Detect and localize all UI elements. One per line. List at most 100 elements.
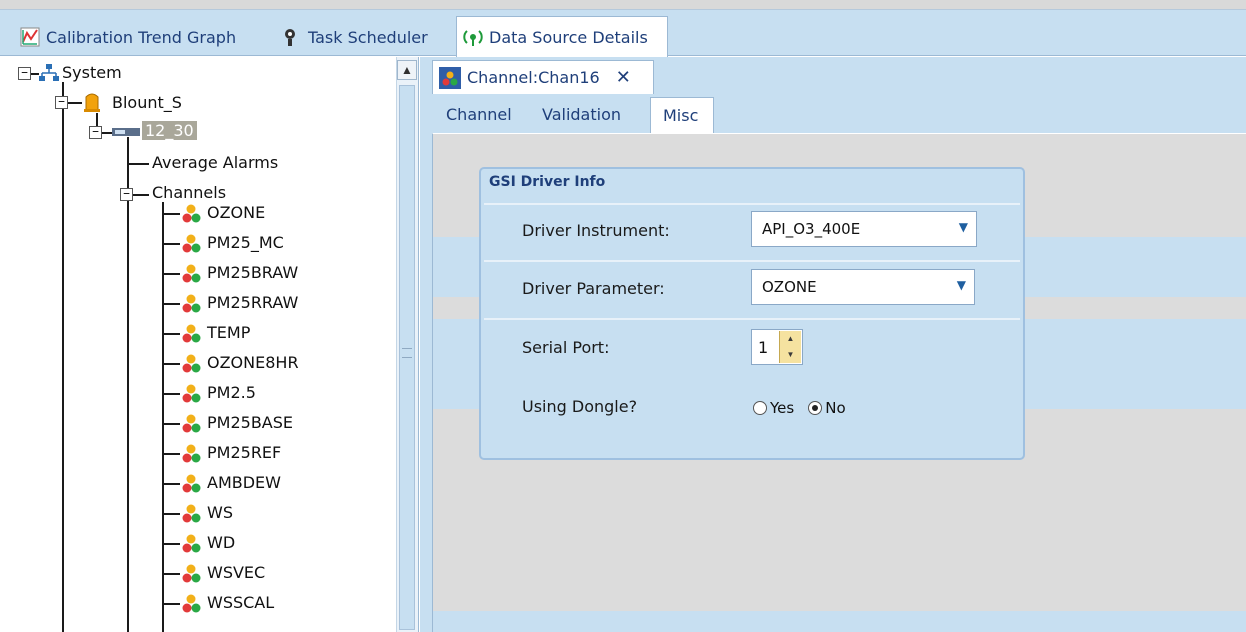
- tree-connector: [162, 243, 180, 245]
- tree-node-channel[interactable]: PM25BRAW: [207, 263, 298, 282]
- document-tab-label: Channel:Chan16: [467, 68, 600, 87]
- tree-node-channel[interactable]: WS: [207, 503, 233, 522]
- channel-icon: [182, 504, 201, 523]
- group-title: GSI Driver Info: [489, 174, 606, 190]
- close-icon[interactable]: ✕: [616, 67, 631, 88]
- tree-node-average-alarms[interactable]: Average Alarms: [152, 153, 278, 172]
- using-dongle-label: Using Dongle?: [522, 397, 638, 416]
- tree-node-channel[interactable]: AMBDEW: [207, 473, 281, 492]
- tree-connector: [162, 303, 180, 305]
- radio-no-label: No: [825, 399, 846, 417]
- tab-data-source-details[interactable]: Data Source Details: [456, 16, 668, 57]
- channel-icon: [182, 354, 201, 373]
- channel-icon: [182, 414, 201, 433]
- tree-node-channel[interactable]: OZONE8HR: [207, 353, 299, 372]
- driver-instrument-value: API_O3_400E: [762, 220, 861, 238]
- channel-icon: [182, 324, 201, 343]
- channel-icon: [182, 444, 201, 463]
- tree-connector: [127, 163, 149, 165]
- tree-node-channel[interactable]: PM2.5: [207, 383, 256, 402]
- scroll-thumb[interactable]: [399, 85, 415, 630]
- collapse-toggle[interactable]: −: [55, 96, 68, 109]
- serial-port-stepper[interactable]: 1 ▲ ▼: [751, 329, 803, 365]
- radio-no[interactable]: [808, 401, 823, 415]
- driver-instrument-select[interactable]: API_O3_400E ▼: [751, 211, 977, 247]
- tree-node-channel[interactable]: TEMP: [207, 323, 250, 342]
- collapse-toggle[interactable]: −: [18, 67, 31, 80]
- tree-connector: [162, 453, 180, 455]
- tree-node-channel[interactable]: WSSCAL: [207, 593, 274, 612]
- channel-doc-icon: [439, 66, 461, 89]
- dongle-yes-option[interactable]: Yes: [753, 399, 794, 417]
- tree-connector: [162, 202, 164, 632]
- channel-icon: [182, 384, 201, 403]
- gears-icon: [285, 29, 295, 46]
- dongle-radio-group: Yes No: [753, 399, 854, 417]
- driver-instrument-label: Driver Instrument:: [522, 221, 670, 240]
- tree-node-channel[interactable]: WSVEC: [207, 563, 265, 582]
- driver-parameter-select[interactable]: OZONE ▼: [751, 269, 975, 305]
- channel-icon: [182, 264, 201, 283]
- scroll-up-arrow-icon[interactable]: ▲: [397, 60, 417, 80]
- collapse-toggle[interactable]: −: [89, 126, 102, 139]
- tree-node-system[interactable]: System: [62, 63, 122, 82]
- radio-yes[interactable]: [753, 401, 767, 415]
- tree-connector: [133, 194, 149, 196]
- serial-port-label: Serial Port:: [522, 338, 610, 357]
- tree-connector: [162, 363, 180, 365]
- channel-icon: [182, 234, 201, 253]
- network-icon: [39, 64, 59, 81]
- channel-icon: [182, 594, 201, 613]
- spin-buttons[interactable]: ▲ ▼: [779, 331, 801, 363]
- tree-connector: [162, 513, 180, 515]
- tab-label: Calibration Trend Graph: [46, 27, 237, 47]
- tree-connector: [162, 543, 180, 545]
- tree-node-channel[interactable]: PM25REF: [207, 443, 281, 462]
- serial-port-value: 1: [758, 338, 769, 357]
- sub-tab-bar: Channel Validation Misc: [432, 97, 1246, 133]
- tree-node-channel[interactable]: OZONE: [207, 203, 265, 222]
- tree-node-logger[interactable]: 12_30: [142, 121, 197, 140]
- window-top-strip: [0, 0, 1246, 10]
- tree-node-channels[interactable]: Channels: [152, 183, 226, 202]
- driver-parameter-label: Driver Parameter:: [522, 279, 665, 298]
- tab-calibration-trend-graph[interactable]: Calibration Trend Graph: [14, 18, 242, 56]
- tree-connector: [127, 137, 129, 632]
- tree-connector: [102, 132, 112, 134]
- spin-down-icon[interactable]: ▼: [780, 347, 801, 363]
- graph-icon: [20, 27, 40, 47]
- tree-node-channel[interactable]: PM25BASE: [207, 413, 293, 432]
- tree-node-channel[interactable]: WD: [207, 533, 235, 552]
- system-tree[interactable]: − System − Blount_S − 12_30 Average Alar…: [0, 57, 419, 632]
- tree-node-channel[interactable]: PM25_MC: [207, 233, 284, 252]
- logger-icon: [112, 128, 140, 136]
- channel-icon: [182, 564, 201, 583]
- spin-up-icon[interactable]: ▲: [780, 331, 801, 347]
- tree-connector: [162, 333, 180, 335]
- tree-node-channel[interactable]: PM25RRAW: [207, 293, 298, 312]
- document-tab-channel[interactable]: Channel:Chan16 ✕: [432, 60, 654, 94]
- chevron-down-icon[interactable]: ▼: [957, 278, 966, 292]
- antenna-icon: [463, 30, 483, 46]
- tab-task-scheduler[interactable]: Task Scheduler: [276, 18, 434, 56]
- tree-connector: [162, 483, 180, 485]
- row-divider: [484, 260, 1020, 262]
- tab-label: Task Scheduler: [308, 27, 428, 47]
- dongle-no-option[interactable]: No: [808, 399, 846, 417]
- tab-channel[interactable]: Channel: [446, 105, 512, 124]
- tree-connector: [162, 603, 180, 605]
- tree-scrollbar[interactable]: ▲: [396, 57, 418, 632]
- channel-icon: [182, 534, 201, 553]
- background-band: [433, 611, 1246, 632]
- channel-icon: [182, 204, 201, 223]
- tree-connector: [68, 102, 82, 104]
- tree-node-site[interactable]: Blount_S: [112, 93, 182, 112]
- tree-connector: [162, 393, 180, 395]
- row-divider: [484, 318, 1020, 320]
- collapse-toggle[interactable]: −: [120, 188, 133, 201]
- details-pane: Channel:Chan16 ✕ Channel Validation Misc…: [420, 57, 1246, 632]
- chevron-down-icon[interactable]: ▼: [959, 220, 968, 234]
- tab-misc[interactable]: Misc: [650, 97, 714, 133]
- tab-validation[interactable]: Validation: [542, 105, 621, 124]
- site-icon: [84, 93, 100, 112]
